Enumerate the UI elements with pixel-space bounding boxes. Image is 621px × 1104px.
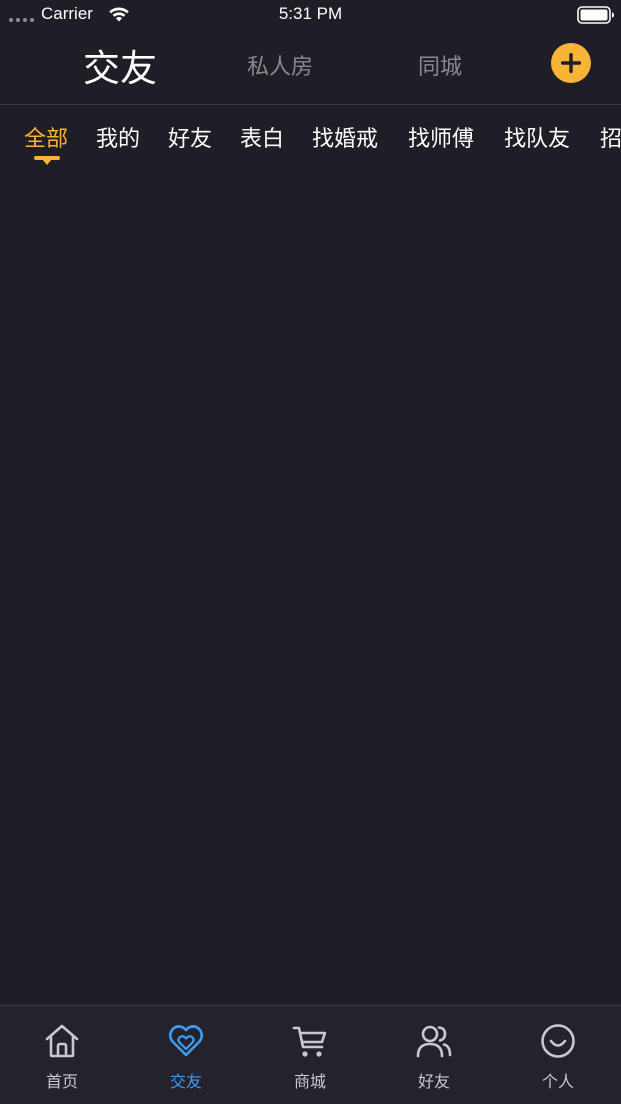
heart-icon bbox=[168, 1025, 204, 1057]
status-bar: Carrier 5:31 PM bbox=[0, 0, 621, 30]
category-find-teammate[interactable]: 找队友 bbox=[504, 125, 570, 155]
tab-dating-bottom[interactable]: 交友 bbox=[124, 1006, 248, 1104]
tab-dating-label: 交友 bbox=[169, 1072, 202, 1091]
category-confession[interactable]: 表白 bbox=[240, 125, 284, 155]
category-all[interactable]: 全部 bbox=[24, 125, 68, 155]
friends-icon bbox=[416, 1025, 452, 1058]
category-mine[interactable]: 我的 bbox=[96, 125, 140, 155]
category-friends[interactable]: 好友 bbox=[168, 125, 212, 155]
category-tabs: 全部 我的 好友 表白 找婚戒 找师傅 找队友 招 bbox=[0, 105, 621, 175]
tab-private-room[interactable]: 私人房 bbox=[230, 30, 330, 100]
top-tab-bar: 交友 私人房 同城 bbox=[0, 30, 621, 105]
tab-dating[interactable]: 交友 bbox=[70, 30, 170, 100]
add-button[interactable] bbox=[551, 43, 591, 83]
tab-same-city[interactable]: 同城 bbox=[400, 30, 480, 100]
tab-mall-label: 商城 bbox=[293, 1072, 326, 1091]
plus-icon bbox=[561, 53, 581, 73]
cart-icon bbox=[292, 1026, 327, 1057]
bottom-tab-bar: 首页 交友 商城 好友 个人 bbox=[0, 1005, 621, 1104]
tab-home-label: 首页 bbox=[45, 1072, 78, 1091]
category-recruit[interactable]: 招 bbox=[600, 125, 621, 155]
clock: 5:31 PM bbox=[278, 4, 343, 23]
tab-home[interactable]: 首页 bbox=[0, 1006, 124, 1104]
feed-content[interactable] bbox=[0, 175, 621, 1005]
app-screen: Carrier 5:31 PM 交友 私人房 同城 全部 我的 好友 表白 找婚 bbox=[0, 0, 621, 1104]
category-selected-indicator bbox=[34, 156, 60, 165]
home-icon bbox=[45, 1024, 79, 1058]
battery-icon bbox=[577, 6, 614, 24]
category-find-master[interactable]: 找师傅 bbox=[408, 125, 474, 155]
category-find-ring[interactable]: 找婚戒 bbox=[312, 125, 378, 155]
tab-mall[interactable]: 商城 bbox=[248, 1006, 372, 1104]
tab-profile-label: 个人 bbox=[541, 1072, 574, 1091]
tab-profile[interactable]: 个人 bbox=[496, 1006, 620, 1104]
tab-friends[interactable]: 好友 bbox=[372, 1006, 496, 1104]
smile-icon bbox=[541, 1024, 575, 1058]
tab-friends-label: 好友 bbox=[417, 1072, 450, 1091]
